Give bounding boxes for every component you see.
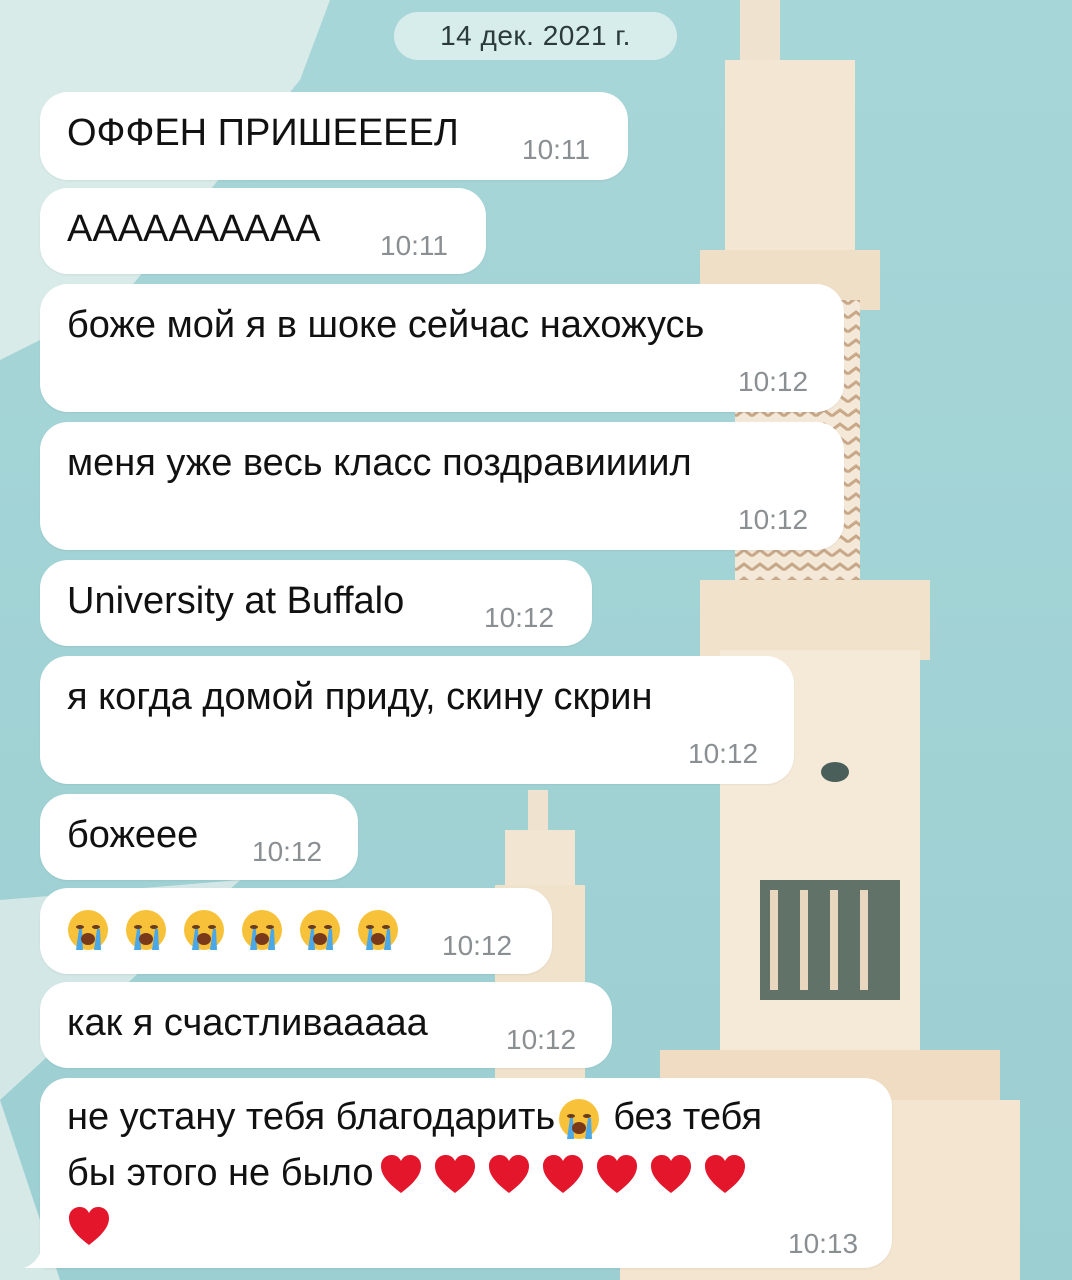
message-bubble[interactable]: как я счастливааааа 10:12 xyxy=(40,982,612,1068)
message-bubble[interactable]: божеее 10:12 xyxy=(40,794,358,880)
message-time: 10:13 xyxy=(788,1228,859,1259)
loudly-crying-face-icon xyxy=(300,910,340,950)
date-separator: 14 дек. 2021 г. xyxy=(394,12,677,60)
message-text: меня уже весь класс поздравиииил xyxy=(67,442,692,484)
message-text: я когда домой приду, скину скрин xyxy=(67,676,653,718)
message-bubble[interactable]: я когда домой приду, скину скрин 10:12 xyxy=(40,656,794,784)
message-bubble[interactable]: 10:12 xyxy=(40,888,552,974)
message-text: божеее xyxy=(67,814,199,856)
red-heart-icon xyxy=(69,1206,109,1245)
message-bubble[interactable]: не устану тебя благодарить без тебя бы эт… xyxy=(40,1078,892,1268)
message-time: 10:12 xyxy=(442,930,513,961)
red-heart-icon xyxy=(596,1154,637,1193)
red-heart-icon xyxy=(704,1154,745,1193)
message-bubble[interactable]: АААААААААА 10:11 xyxy=(40,188,486,274)
loudly-crying-face-icon xyxy=(68,910,108,950)
message-text: University at Buffalo xyxy=(67,580,405,622)
message-line-1: не устану тебя благодарить без тебя xyxy=(67,1094,762,1141)
red-heart-icon xyxy=(650,1154,691,1193)
message-text: бы этого не было xyxy=(67,1152,374,1194)
message-time: 10:12 xyxy=(506,1024,577,1055)
message-text: не устану тебя благодарить xyxy=(67,1096,556,1138)
bubble-tail xyxy=(24,1230,62,1268)
loudly-crying-face-icon xyxy=(126,910,166,950)
emoji-row xyxy=(66,908,414,952)
message-text: АААААААААА xyxy=(67,208,321,250)
loudly-crying-face-icon xyxy=(242,910,282,950)
message-line-2: бы этого не было xyxy=(67,1150,752,1197)
message-time: 10:12 xyxy=(738,504,809,535)
message-text: ОФФЕН ПРИШЕЕЕЕЛ xyxy=(67,112,459,154)
message-bubble[interactable]: ОФФЕН ПРИШЕЕЕЕЛ 10:11 xyxy=(40,92,628,180)
red-heart-icon xyxy=(542,1154,583,1193)
red-heart-icon xyxy=(380,1154,421,1193)
message-time: 10:11 xyxy=(522,134,590,165)
message-time: 10:12 xyxy=(738,366,809,397)
message-time: 10:12 xyxy=(688,738,759,769)
message-time: 10:11 xyxy=(380,230,448,261)
loudly-crying-face-icon xyxy=(184,910,224,950)
message-bubble[interactable]: боже мой я в шоке сейчас нахожусь 10:12 xyxy=(40,284,844,412)
loudly-crying-face-icon xyxy=(358,910,398,950)
message-time: 10:12 xyxy=(252,836,323,867)
red-heart-icon xyxy=(488,1154,529,1193)
loudly-crying-face-icon xyxy=(559,1098,600,1139)
message-text: как я счастливааааа xyxy=(67,1002,428,1044)
message-text: боже мой я в шоке сейчас нахожусь xyxy=(67,304,705,346)
message-bubble[interactable]: меня уже весь класс поздравиииил 10:12 xyxy=(40,422,844,550)
red-heart-icon xyxy=(434,1154,475,1193)
message-line-3 xyxy=(62,1202,116,1249)
message-time: 10:12 xyxy=(484,602,555,633)
message-text: без тебя xyxy=(613,1096,763,1138)
message-bubble[interactable]: University at Buffalo 10:12 xyxy=(40,560,592,646)
